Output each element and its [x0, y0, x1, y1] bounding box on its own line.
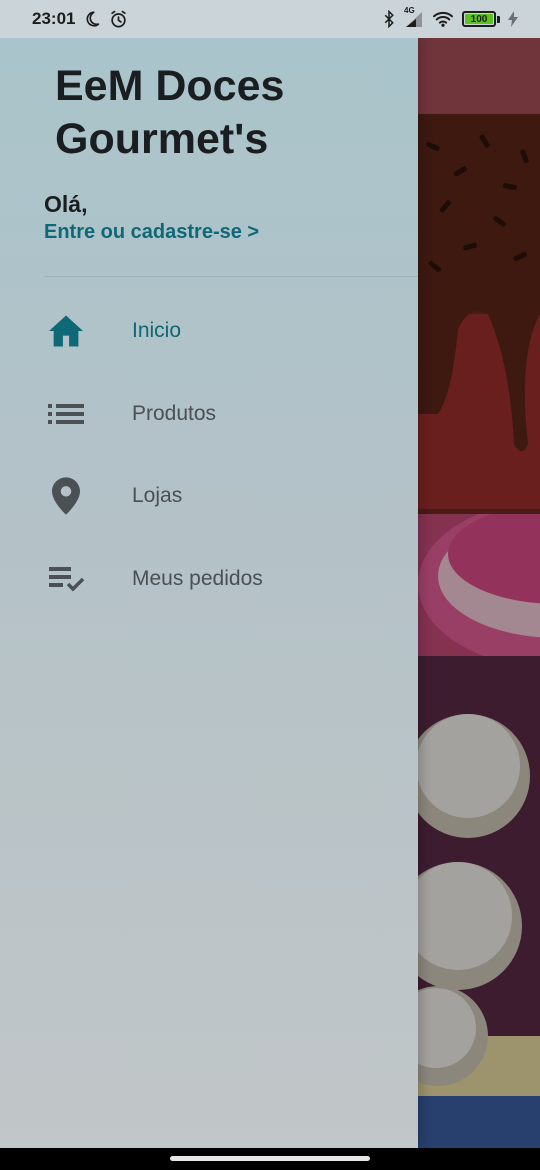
charging-icon [508, 11, 518, 27]
navigation-drawer: EeM Doces Gourmet's Olá, Entre ou cadast… [0, 38, 418, 1148]
menu-item-inicio[interactable]: Inicio [0, 290, 418, 373]
bluetooth-icon [382, 10, 396, 28]
drawer-menu: Inicio Produtos Lojas Meus pedidos [0, 290, 418, 620]
status-time: 23:01 [32, 9, 76, 28]
system-navigation-bar [0, 1148, 540, 1170]
home-icon [44, 309, 88, 353]
menu-item-produtos[interactable]: Produtos [0, 373, 418, 456]
menu-item-label: Inicio [132, 319, 182, 343]
app-title: EeM Doces Gourmet's [55, 62, 285, 163]
location-pin-icon [44, 474, 88, 518]
menu-item-label: Produtos [132, 401, 217, 425]
playlist-check-icon [44, 557, 88, 601]
menu-item-label: Meus pedidos [132, 566, 263, 590]
alarm-icon [109, 10, 128, 29]
wifi-icon [432, 10, 454, 28]
network-type: 4G [404, 6, 415, 15]
home-gesture-handle[interactable] [170, 1156, 370, 1161]
list-icon [44, 392, 88, 436]
battery-icon: 100 [462, 11, 500, 27]
battery-level: 100 [465, 14, 493, 25]
moon-icon [83, 10, 101, 28]
menu-item-label: Lojas [132, 484, 183, 508]
login-signup-link[interactable]: Entre ou cadastre-se > [44, 221, 259, 244]
divider [44, 276, 418, 277]
menu-item-meus-pedidos[interactable]: Meus pedidos [0, 538, 418, 621]
greeting-text: Olá, [44, 191, 88, 217]
menu-item-lojas[interactable]: Lojas [0, 455, 418, 538]
cellular-signal-icon: 4G [404, 6, 424, 28]
status-bar: 23:01 4G 100 [0, 0, 540, 38]
